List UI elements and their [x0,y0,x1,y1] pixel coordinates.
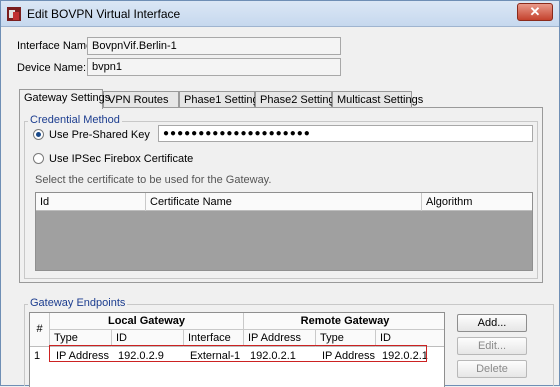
edit-button[interactable]: Edit... [457,337,527,355]
close-button[interactable]: ✕ [517,3,553,21]
row-highlight-box [49,345,427,362]
device-name-label: Device Name: [17,62,87,74]
local-gateway-header: Local Gateway [50,313,244,330]
certificate-table-header: Id Certificate Name Algorithm [36,193,532,211]
add-button[interactable]: Add... [457,314,527,332]
col-number[interactable]: # [30,313,50,347]
psk-label[interactable]: Use Pre-Shared Key [49,129,150,141]
cert-label[interactable]: Use IPSec Firebox Certificate [49,153,193,165]
col-id[interactable]: Id [36,193,146,211]
title-bar[interactable]: Edit BOVPN Virtual Interface ✕ [1,1,559,27]
window-title: Edit BOVPN Virtual Interface [27,7,181,21]
interface-name-field[interactable]: BovpnVif.Berlin-1 [87,37,341,55]
endpoints-group-title: Gateway Endpoints [28,297,128,309]
device-name-field[interactable]: bvpn1 [87,58,341,76]
tab-vpn-routes[interactable]: VPN Routes [103,91,179,108]
interface-name-label: Interface Name: [17,40,96,52]
tab-gateway-settings[interactable]: Gateway Settings [19,89,110,109]
row-number: 1 [34,350,41,362]
certificate-table[interactable]: Id Certificate Name Algorithm [35,192,533,271]
col-certificate-name[interactable]: Certificate Name [146,193,422,211]
endpoints-table-header: # Local Gateway Remote Gateway Type ID I… [30,313,444,347]
cert-radio[interactable] [33,153,44,164]
edit-bovpn-dialog: Edit BOVPN Virtual Interface ✕ Interface… [0,0,560,387]
tab-phase1-settings[interactable]: Phase1 Settings [179,91,264,108]
tab-multicast-settings[interactable]: Multicast Settings [332,91,423,108]
delete-button[interactable]: Delete [457,360,527,378]
col-algorithm[interactable]: Algorithm [422,193,532,211]
cert-hint: Select the certificate to be used for th… [35,174,272,186]
credential-group-title: Credential Method [28,114,122,126]
tab-phase2-settings[interactable]: Phase2 Settings [255,91,340,108]
remote-gateway-header: Remote Gateway [244,313,444,330]
firebox-app-icon [7,7,21,21]
psk-radio[interactable] [33,129,44,140]
psk-field[interactable]: ●●●●●●●●●●●●●●●●●●●●● [158,125,533,142]
